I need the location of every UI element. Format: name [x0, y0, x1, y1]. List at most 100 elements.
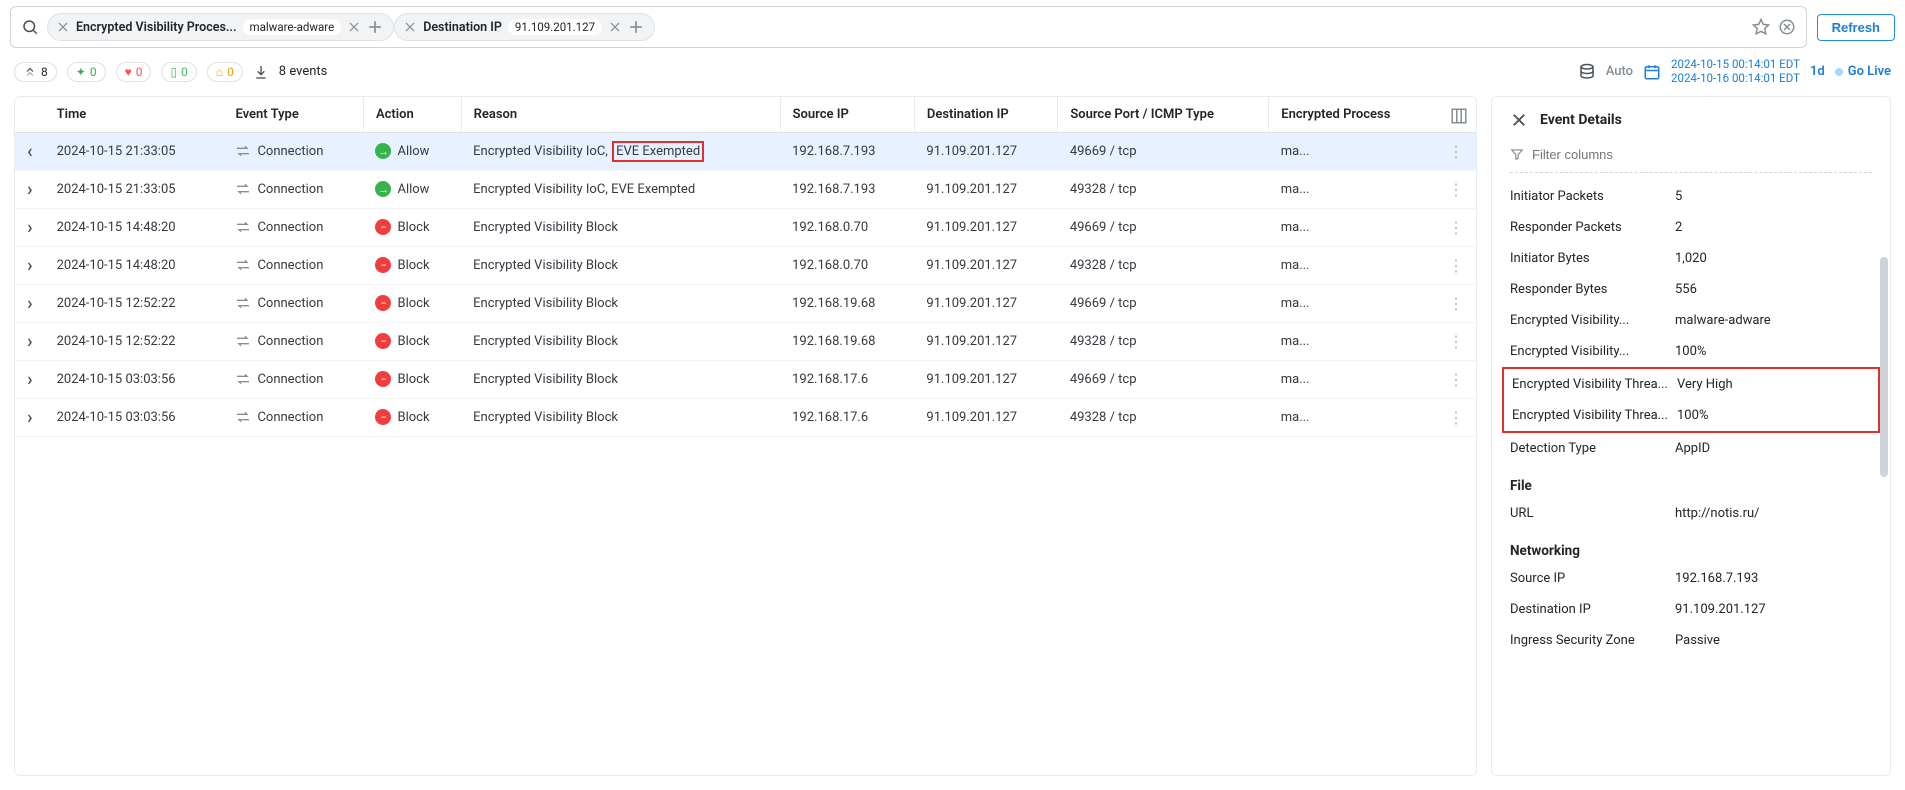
cell-process: ma... [1269, 246, 1436, 284]
action-badge-icon: → [375, 181, 391, 197]
add-value-icon[interactable] [626, 17, 646, 37]
stat-yellow-pill[interactable]: ⌂0 [207, 62, 243, 82]
detail-value: 100% [1675, 344, 1872, 359]
expand-row-toggle[interactable]: ‹ [15, 132, 45, 170]
connection-icon [235, 259, 251, 271]
table-row[interactable]: › 2024-10-15 14:48:20 Connection −Block … [15, 246, 1476, 284]
cell-event-type: Connection [223, 246, 363, 284]
favorite-icon[interactable] [1752, 18, 1770, 36]
column-header[interactable]: Source Port / ICMP Type [1058, 97, 1269, 133]
row-menu-icon[interactable]: ⋮ [1436, 170, 1476, 208]
column-header[interactable]: Encrypted Process [1269, 97, 1436, 133]
cell-port: 49669 / tcp [1058, 208, 1269, 246]
detail-label: Encrypted Visibility... [1510, 344, 1675, 359]
cell-reason: Encrypted Visibility IoC, EVE Exempted [461, 132, 780, 170]
auto-label[interactable]: Auto [1606, 64, 1633, 79]
clear-all-icon[interactable] [1778, 18, 1796, 36]
cell-dest-ip: 91.109.201.127 [914, 132, 1057, 170]
cell-reason: Encrypted Visibility Block [461, 322, 780, 360]
cell-source-ip: 192.168.7.193 [780, 170, 914, 208]
row-menu-icon[interactable]: ⋮ [1436, 322, 1476, 360]
stat-red-pill[interactable]: ♥0 [116, 62, 152, 82]
detail-label: Ingress Security Zone [1510, 633, 1675, 648]
cell-event-type: Connection [223, 322, 363, 360]
chip-label: Destination IP [423, 20, 502, 35]
remove-value-icon[interactable] [347, 20, 361, 34]
remove-chip-icon[interactable] [56, 20, 70, 34]
expand-row-toggle[interactable]: › [15, 246, 45, 284]
cell-event-type: Connection [223, 208, 363, 246]
table-row[interactable]: › 2024-10-15 03:03:56 Connection −Block … [15, 360, 1476, 398]
column-header[interactable]: Action [363, 97, 461, 133]
row-menu-icon[interactable]: ⋮ [1436, 360, 1476, 398]
calendar-icon[interactable] [1643, 63, 1661, 81]
duration-label[interactable]: 1d [1810, 64, 1825, 79]
search-icon[interactable] [21, 18, 39, 36]
detail-row: Destination IP91.109.201.127 [1492, 594, 1890, 625]
add-value-icon[interactable] [365, 17, 385, 37]
filter-columns-input[interactable] [1532, 147, 1872, 162]
cell-time: 2024-10-15 14:48:20 [45, 246, 224, 284]
remove-value-icon[interactable] [608, 20, 622, 34]
cell-source-ip: 192.168.17.6 [780, 360, 914, 398]
detail-label: Destination IP [1510, 602, 1675, 617]
close-details-icon[interactable] [1510, 111, 1528, 129]
expand-row-toggle[interactable]: › [15, 322, 45, 360]
stat-doc-pill[interactable]: ▯0 [161, 62, 196, 82]
column-header[interactable]: Source IP [780, 97, 914, 133]
row-menu-icon[interactable]: ⋮ [1436, 246, 1476, 284]
table-row[interactable]: › 2024-10-15 03:03:56 Connection −Block … [15, 398, 1476, 436]
action-badge-icon: − [375, 257, 391, 273]
time-range[interactable]: 2024-10-15 00:14:01 EDT 2024-10-16 00:14… [1671, 58, 1800, 86]
go-live-button[interactable]: Go Live [1835, 64, 1891, 79]
cell-reason: Encrypted Visibility Block [461, 398, 780, 436]
expand-row-toggle[interactable]: › [15, 170, 45, 208]
cell-dest-ip: 91.109.201.127 [914, 170, 1057, 208]
download-icon[interactable] [253, 64, 269, 80]
column-header[interactable]: Destination IP [914, 97, 1057, 133]
stat-total-pill[interactable]: 8 [14, 62, 57, 82]
column-header[interactable]: Event Type [223, 97, 363, 133]
table-row[interactable]: › 2024-10-15 12:52:22 Connection −Block … [15, 284, 1476, 322]
filter-bar[interactable]: Encrypted Visibility Proces... malware-a… [10, 6, 1807, 48]
table-row[interactable]: › 2024-10-15 21:33:05 Connection →Allow … [15, 170, 1476, 208]
action-badge-icon: → [375, 143, 391, 159]
cell-process: ma... [1269, 322, 1436, 360]
remove-chip-icon[interactable] [403, 20, 417, 34]
row-menu-icon[interactable]: ⋮ [1436, 284, 1476, 322]
expand-row-toggle[interactable]: › [15, 284, 45, 322]
cell-source-ip: 192.168.0.70 [780, 208, 914, 246]
column-picker-icon[interactable] [1450, 107, 1468, 125]
table-row[interactable]: › 2024-10-15 12:52:22 Connection −Block … [15, 322, 1476, 360]
refresh-button[interactable]: Refresh [1817, 14, 1895, 41]
cell-action: −Block [363, 360, 461, 398]
column-header[interactable]: Reason [461, 97, 780, 133]
filter-chip[interactable]: Encrypted Visibility Proces... malware-a… [47, 13, 394, 41]
column-header[interactable]: Time [45, 97, 224, 133]
table-row[interactable]: ‹ 2024-10-15 21:33:05 Connection →Allow … [15, 132, 1476, 170]
stat-green-pill[interactable]: ✦0 [67, 62, 106, 82]
table-row[interactable]: › 2024-10-15 14:48:20 Connection −Block … [15, 208, 1476, 246]
detail-value: 2 [1675, 220, 1872, 235]
cell-source-ip: 192.168.0.70 [780, 246, 914, 284]
detail-value: 1,020 [1675, 251, 1872, 266]
cell-reason: Encrypted Visibility Block [461, 246, 780, 284]
stat-total-value: 8 [41, 65, 48, 79]
expand-row-toggle[interactable]: › [15, 398, 45, 436]
cell-reason: Encrypted Visibility Block [461, 208, 780, 246]
cell-source-ip: 192.168.19.68 [780, 284, 914, 322]
cell-time: 2024-10-15 03:03:56 [45, 360, 224, 398]
cell-dest-ip: 91.109.201.127 [914, 208, 1057, 246]
expand-row-toggle[interactable]: › [15, 208, 45, 246]
connection-icon [235, 297, 251, 309]
database-icon[interactable] [1578, 63, 1596, 81]
row-menu-icon[interactable]: ⋮ [1436, 398, 1476, 436]
scrollbar[interactable] [1880, 257, 1888, 477]
cell-action: −Block [363, 284, 461, 322]
stats-toolbar: 8 ✦0 ♥0 ▯0 ⌂0 8 events Auto 2024-10-15 0… [0, 54, 1905, 96]
row-menu-icon[interactable]: ⋮ [1436, 208, 1476, 246]
filter-chip[interactable]: Destination IP 91.109.201.127 [394, 13, 655, 41]
expand-row-toggle[interactable]: › [15, 360, 45, 398]
filter-columns-row[interactable] [1510, 141, 1872, 173]
row-menu-icon[interactable]: ⋮ [1436, 132, 1476, 170]
